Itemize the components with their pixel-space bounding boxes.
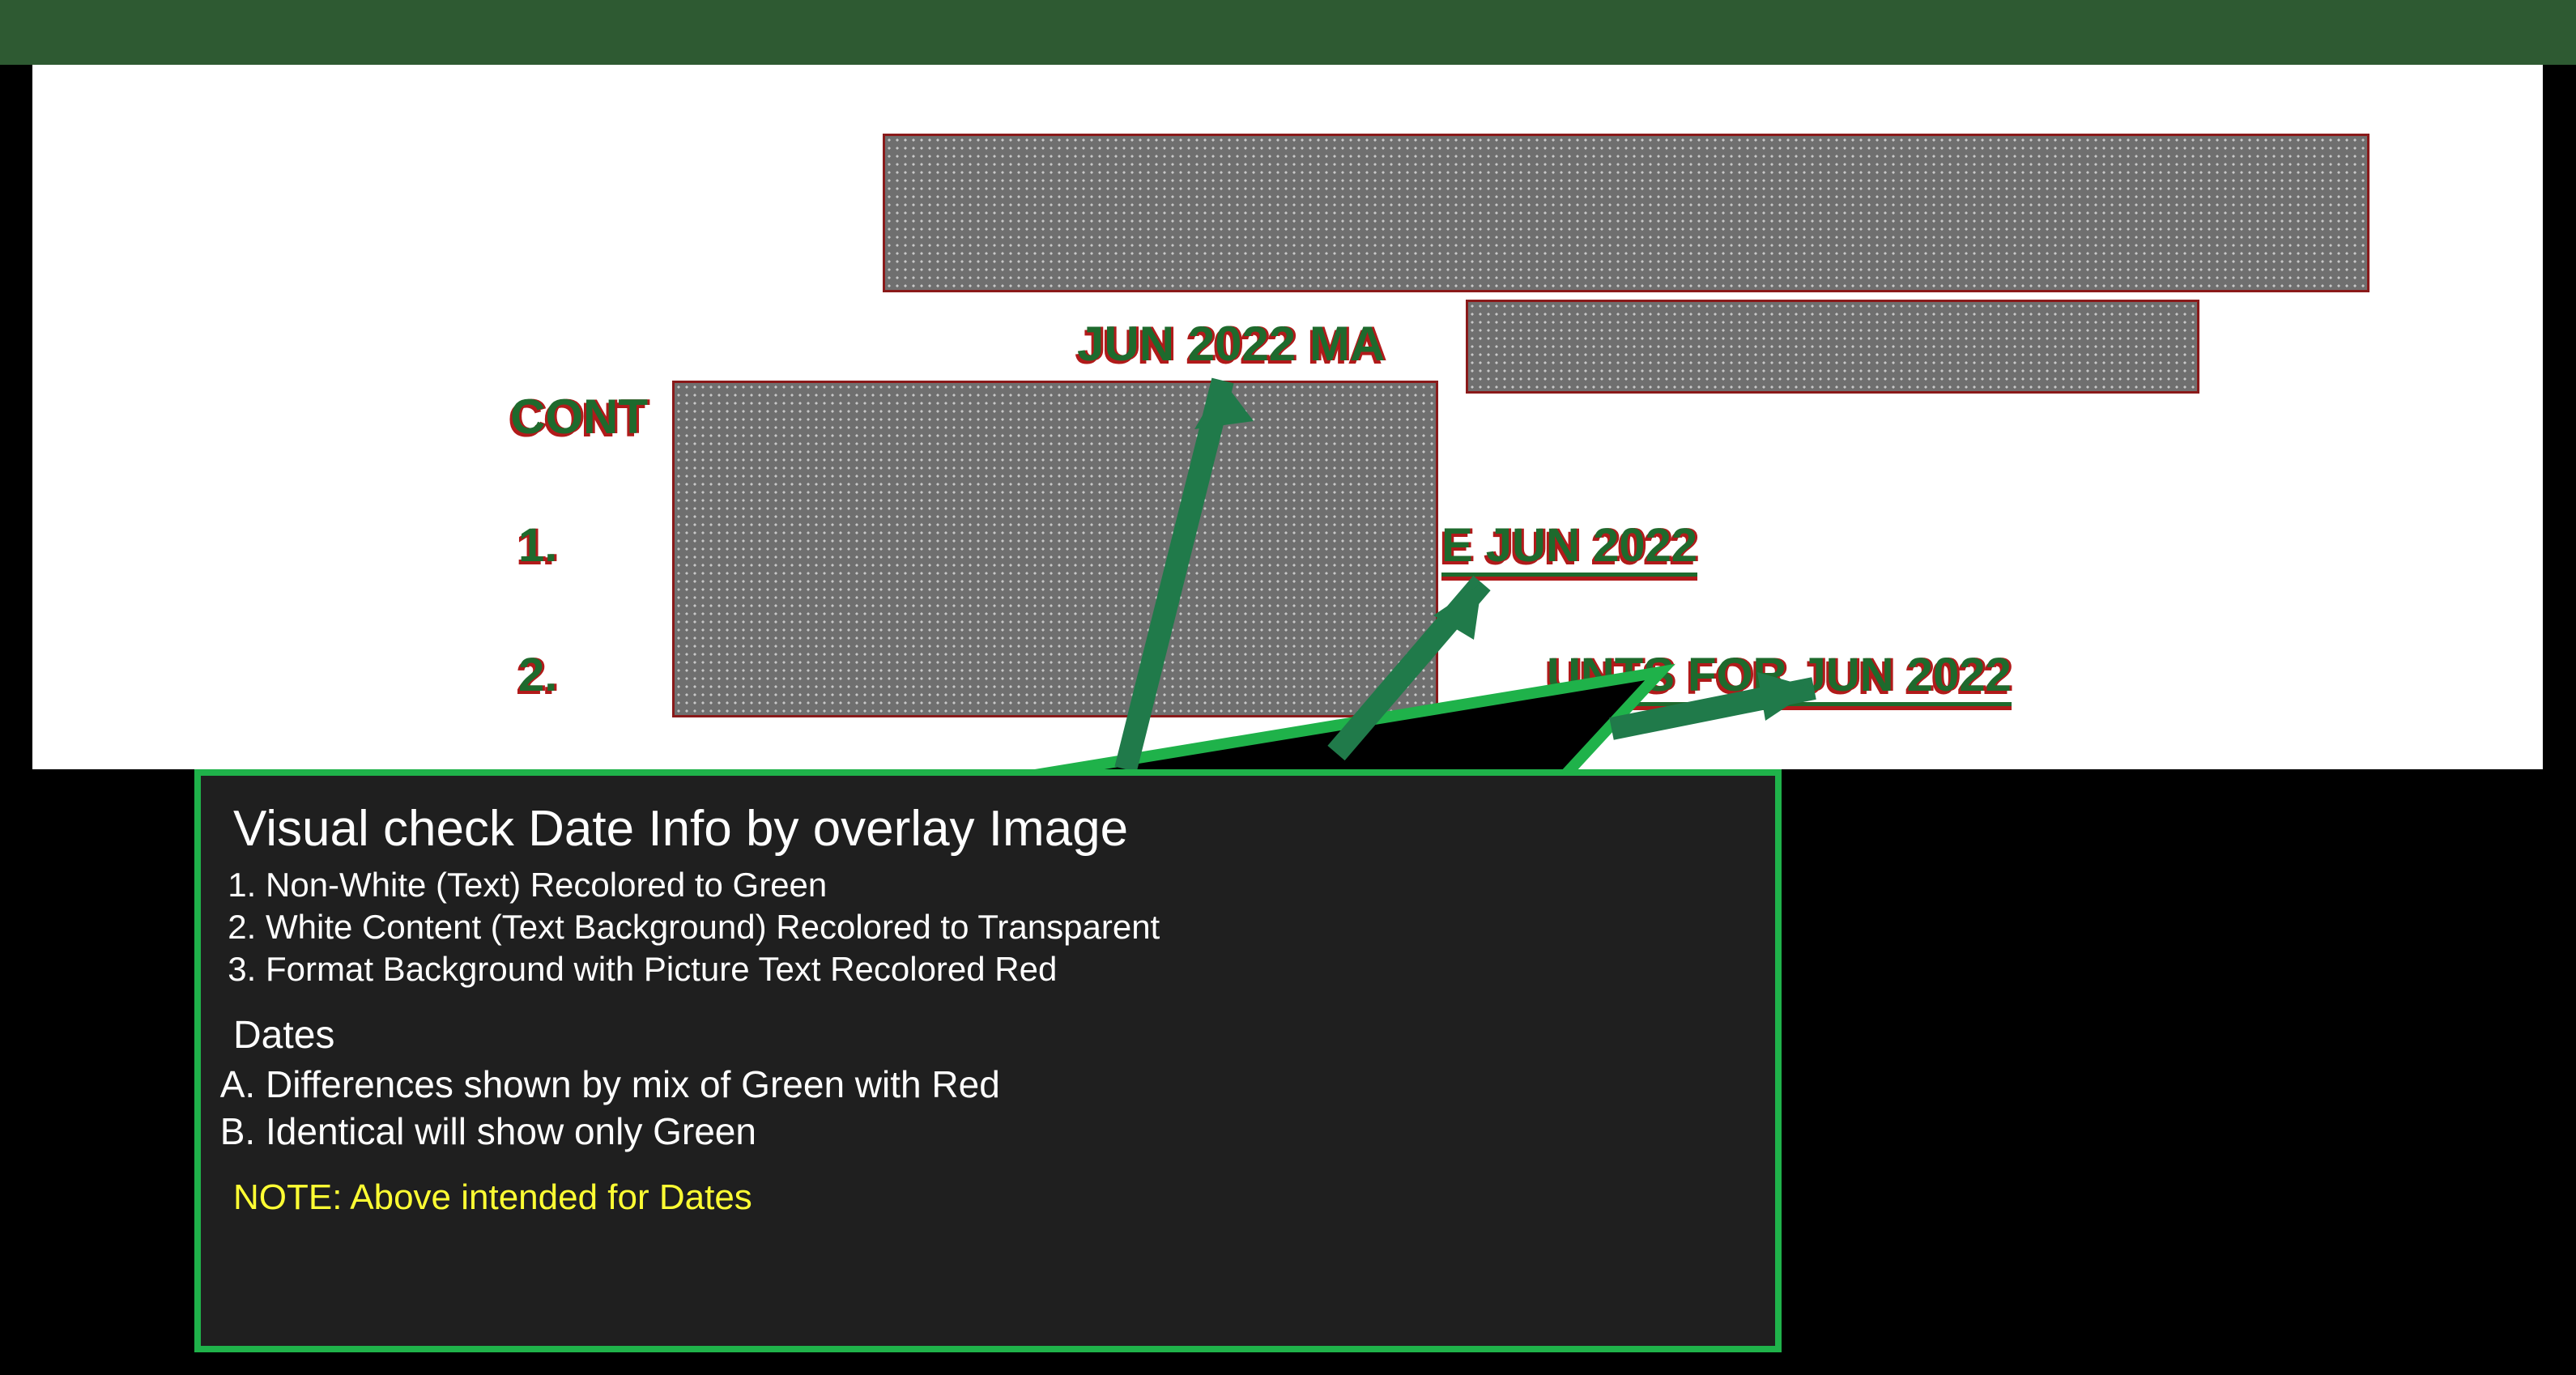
list-item-2-date: UNTS FOR JUN 2022: [1547, 648, 2012, 706]
callout-title: Visual check Date Info by overlay Image: [233, 800, 1743, 858]
callout-subheading: Dates: [233, 1013, 1743, 1058]
callout-dates-list: Differences shown by mix of Green with R…: [266, 1062, 1743, 1153]
list-number-1: 1.: [518, 518, 557, 573]
title-bar: [0, 0, 2576, 65]
contents-heading-fragment: CONT: [510, 389, 648, 445]
list-number-2: 2.: [518, 648, 557, 702]
list-item-1-date: E JUN 2022: [1441, 518, 1697, 577]
header-date-fragment: JUN 2022 MA: [1077, 316, 1385, 372]
list-item: Non-White (Text) Recolored to Green: [266, 866, 1743, 905]
callout-note: NOTE: Above intended for Dates: [233, 1177, 1743, 1218]
list-item: White Content (Text Background) Recolore…: [266, 908, 1743, 947]
list-item: Format Background with Picture Text Reco…: [266, 950, 1743, 989]
explanation-callout: Visual check Date Info by overlay Image …: [194, 769, 1782, 1352]
document-page: JUN 2022 MA CONT 1. E JUN 2022 2. UNTS F…: [32, 65, 2543, 769]
redaction-block: [883, 134, 2369, 292]
redaction-block: [672, 381, 1438, 717]
list-item: Differences shown by mix of Green with R…: [266, 1062, 1743, 1106]
callout-steps-list: Non-White (Text) Recolored to Green Whit…: [266, 866, 1743, 989]
list-item: Identical will show only Green: [266, 1109, 1743, 1153]
redaction-block: [1466, 300, 2199, 394]
